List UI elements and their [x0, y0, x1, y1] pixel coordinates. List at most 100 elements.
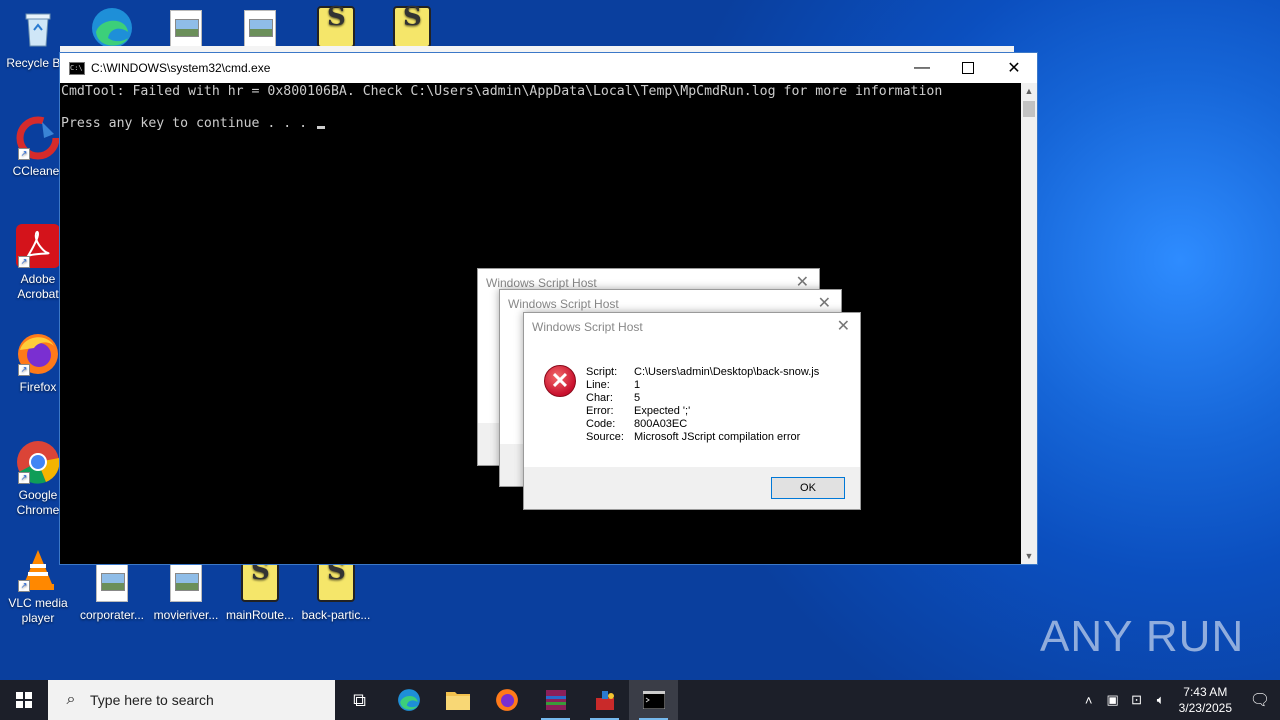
desktop-icon-file[interactable]: movieriver... — [148, 560, 224, 623]
ccleaner-icon: ↗ — [16, 116, 60, 160]
clock-date: 3/23/2025 — [1178, 701, 1232, 715]
notification-button[interactable]: 🗨︎ — [1240, 680, 1280, 720]
console-line: CmdTool: Failed with hr = 0x800106BA. Ch… — [61, 84, 943, 99]
taskbar-edge[interactable] — [384, 680, 433, 720]
dialog-title: Windows Script Host — [532, 320, 643, 334]
script-file-icon — [393, 6, 431, 48]
detail-row: Char: 5 — [586, 392, 819, 405]
chrome-icon: ↗ — [16, 440, 60, 484]
detail-row: Source: Microsoft JScript compilation err… — [586, 431, 819, 444]
script-file-icon — [317, 6, 355, 48]
close-button[interactable]: ✕ — [991, 53, 1037, 83]
app-icon — [595, 691, 614, 710]
detail-value: 5 — [634, 392, 641, 404]
desktop-icon-label: back-partic... — [301, 608, 371, 622]
detail-key: Source: — [586, 431, 624, 443]
dialog-footer: OK — [524, 467, 860, 509]
winrar-icon — [545, 690, 566, 710]
detail-key: Script: — [586, 366, 618, 378]
desktop-icon-label: corporater... — [79, 608, 145, 622]
desktop-icon-script-file[interactable] — [298, 4, 374, 48]
cmd-icon — [642, 691, 665, 709]
adobe-acrobat-icon: ↗ — [16, 224, 60, 268]
task-view-icon: ⧉ — [353, 689, 366, 710]
console-prompt-line: Press any key to continue . . . — [61, 116, 326, 131]
volume-icon[interactable]: 🔈︎ — [1149, 692, 1173, 708]
desktop: Recycle Bin ↗ CCleaner ↗ Adobe Acrobat ↗… — [0, 0, 1280, 680]
detail-key: Code: — [586, 418, 616, 430]
dialog-close-icon[interactable]: ✕ — [837, 316, 850, 336]
edge-icon — [397, 689, 420, 711]
taskbar: ⌕ Type here to search ⧉ ˄ ▣ ⊡ 🔈︎ 7:43 AM… — [0, 680, 1280, 720]
windows-logo-icon — [16, 692, 32, 708]
error-icon: ✕ — [544, 365, 576, 397]
desktop-icon-image-file[interactable] — [222, 6, 298, 48]
detail-value: 1 — [634, 379, 641, 391]
taskbar-winrar[interactable] — [531, 680, 580, 720]
search-placeholder: Type here to search — [90, 692, 214, 708]
network-icon[interactable]: ⊡ — [1125, 692, 1149, 708]
system-tray: ˄ ▣ ⊡ 🔈︎ 7:43 AM 3/23/2025 🗨︎ — [1077, 680, 1280, 720]
detail-row: Script: C:\Users\admin\Desktop\back-snow.… — [586, 366, 819, 379]
shortcut-arrow-icon: ↗ — [18, 472, 30, 484]
cmd-titlebar[interactable]: C:\ C:\WINDOWS\system32\cmd.exe — ✕ — [60, 53, 1037, 83]
edge-icon — [90, 6, 134, 50]
search-icon: ⌕ — [66, 691, 76, 708]
vlc-icon: ↗ — [16, 548, 60, 592]
firefox-icon — [495, 689, 518, 711]
minimize-button[interactable]: — — [899, 53, 945, 83]
image-file-icon — [244, 10, 276, 48]
maximize-icon — [962, 62, 974, 74]
detail-value: C:\Users\admin\Desktop\back-snow.js — [634, 366, 820, 378]
detail-row: Line: 1 — [586, 379, 819, 392]
desktop-icon-image-file[interactable] — [148, 6, 224, 48]
cmd-app-icon: C:\ — [69, 61, 85, 75]
desktop-icon-file[interactable]: corporater... — [74, 560, 150, 623]
start-button[interactable] — [0, 680, 48, 720]
script-host-dialog[interactable]: Windows Script Host ✕ ✕ Script: C:\Users\… — [523, 312, 861, 510]
dialog-close-icon[interactable]: ✕ — [818, 293, 831, 313]
taskbar-firefox[interactable] — [482, 680, 531, 720]
image-file-icon — [96, 564, 128, 602]
scroll-up-icon[interactable]: ▲ — [1021, 83, 1037, 99]
desktop-icon-file[interactable]: mainRoute... — [222, 558, 298, 623]
shortcut-arrow-icon: ↗ — [18, 364, 30, 376]
desktop-icon-label: movieriver... — [153, 608, 219, 622]
close-icon: ✕ — [1007, 60, 1021, 77]
clock[interactable]: 7:43 AM 3/23/2025 — [1179, 684, 1232, 716]
taskbar-app[interactable] — [580, 680, 629, 720]
cmd-title: C:\WINDOWS\system32\cmd.exe — [91, 61, 271, 75]
detail-value: Microsoft JScript compilation error — [634, 431, 801, 443]
chevron-up-icon[interactable]: ˄ — [1077, 693, 1101, 708]
error-details: Script: C:\Users\admin\Desktop\back-snow.… — [586, 366, 819, 444]
desktop-icon-file[interactable]: back-partic... — [298, 558, 374, 623]
dialog-title: Windows Script Host — [508, 297, 619, 311]
maximize-button[interactable] — [945, 53, 991, 83]
console-prompt: Press any key to continue . . . — [61, 116, 316, 131]
detail-key: Line: — [586, 379, 610, 391]
folder-icon — [445, 692, 470, 710]
taskbar-cmd[interactable] — [629, 680, 678, 720]
detail-key: Error: — [586, 405, 614, 417]
shortcut-arrow-icon: ↗ — [18, 148, 30, 160]
device-icon[interactable]: ▣ — [1101, 692, 1125, 708]
detail-key: Char: — [586, 392, 613, 404]
detail-row: Code: 800A03EC — [586, 418, 819, 431]
shortcut-arrow-icon: ↗ — [18, 256, 30, 268]
desktop-icon-label: mainRoute... — [225, 608, 295, 622]
clock-time: 7:43 AM — [1183, 685, 1228, 699]
taskbar-file-explorer[interactable] — [433, 680, 482, 720]
detail-row: Error: Expected ';' — [586, 405, 819, 418]
image-file-icon — [170, 564, 202, 602]
task-view-button[interactable]: ⧉ — [335, 680, 384, 720]
scroll-thumb[interactable] — [1023, 101, 1035, 117]
ok-button[interactable]: OK — [771, 477, 845, 499]
scroll-down-icon[interactable]: ▼ — [1021, 548, 1037, 564]
script-file-icon — [241, 560, 279, 602]
vertical-scrollbar[interactable]: ▲ ▼ — [1021, 83, 1037, 564]
firefox-icon: ↗ — [16, 332, 60, 376]
desktop-icon-script-file[interactable] — [374, 4, 450, 48]
notification-icon: 🗨︎ — [1249, 692, 1271, 709]
taskbar-search-box[interactable]: ⌕ Type here to search — [48, 680, 335, 720]
script-file-icon — [317, 560, 355, 602]
